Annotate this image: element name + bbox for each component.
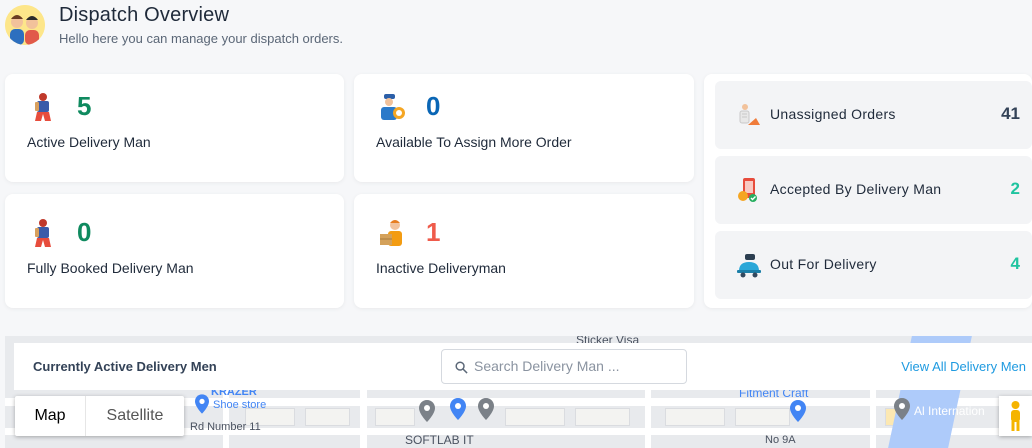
map-road: [360, 386, 367, 448]
available-to-assign-label: Available To Assign More Order: [376, 134, 572, 150]
map-pin-icon: [450, 398, 466, 420]
available-to-assign-count: 0: [426, 91, 441, 121]
inactive-deliveryman-icon: [378, 218, 406, 248]
map-label: Al Internation: [914, 404, 985, 418]
available-to-assign-card[interactable]: 0 Available To Assign More Order: [354, 74, 694, 182]
unassigned-orders-icon: [735, 101, 763, 129]
map-label: No 9A: [765, 434, 796, 446]
map-type-control: Map Satellite: [15, 396, 184, 436]
map-pin-icon: [894, 398, 910, 420]
accepted-orders-icon: [735, 176, 763, 204]
view-all-delivery-men-link[interactable]: View All Delivery Men: [901, 359, 1026, 374]
map-pin-icon: [478, 398, 494, 420]
street-view-pegman[interactable]: [999, 396, 1032, 436]
map-road: [645, 386, 651, 448]
out-for-delivery-icon: [735, 251, 763, 279]
active-delivery-man-count: 5: [77, 91, 92, 121]
accepted-by-delivery-man-stat[interactable]: Accepted By Delivery Man 2: [715, 156, 1032, 224]
fully-booked-count: 0: [77, 217, 92, 247]
map-pin-icon: [790, 400, 806, 422]
map-block: [505, 408, 565, 426]
accepted-by-delivery-man-count: 2: [1010, 179, 1020, 198]
fully-booked-card[interactable]: 0 Fully Booked Delivery Man: [5, 194, 344, 308]
map-label: SOFTLAB IT: [405, 433, 474, 447]
delivery-map[interactable]: Sticker Visa KRAZER Shoe store Rd Number…: [5, 336, 1032, 448]
unassigned-orders-stat[interactable]: Unassigned Orders 41: [715, 81, 1032, 149]
unassigned-orders-count: 41: [1001, 104, 1020, 123]
map-label: Shoe store: [213, 399, 267, 411]
assign-order-icon: [378, 92, 406, 122]
inactive-deliveryman-label: Inactive Deliveryman: [376, 260, 506, 276]
out-for-delivery-label: Out For Delivery: [770, 256, 877, 272]
map-label: Rd Number 11: [190, 421, 261, 433]
delivery-man-icon: [29, 92, 57, 122]
active-delivery-men-title: Currently Active Delivery Men: [33, 359, 217, 374]
search-delivery-man-input[interactable]: [474, 358, 674, 374]
search-icon: [455, 361, 468, 374]
map-block: [735, 408, 790, 426]
out-for-delivery-stat[interactable]: Out For Delivery 4: [715, 231, 1032, 299]
pegman-icon: [1011, 401, 1020, 431]
dispatch-avatar-icon: [5, 5, 45, 45]
out-for-delivery-count: 4: [1010, 254, 1020, 273]
order-stats-panel: Unassigned Orders 41 Accepted By Deliver…: [704, 74, 1032, 308]
unassigned-orders-label: Unassigned Orders: [770, 106, 896, 122]
map-type-satellite-button[interactable]: Satellite: [85, 396, 184, 436]
map-type-map-button[interactable]: Map: [15, 396, 85, 436]
map-pin-icon: [195, 394, 209, 414]
page-title: Dispatch Overview: [59, 4, 230, 26]
map-block: [575, 408, 630, 426]
inactive-deliveryman-count: 1: [426, 217, 441, 247]
page-subtitle: Hello here you can manage your dispatch …: [59, 31, 343, 46]
accepted-by-delivery-man-label: Accepted By Delivery Man: [770, 181, 942, 197]
active-delivery-man-label: Active Delivery Man: [27, 134, 151, 150]
map-pin-icon: [419, 400, 435, 422]
map-block: [665, 408, 725, 426]
delivery-man-icon: [29, 218, 57, 248]
map-block: [305, 408, 350, 426]
fully-booked-label: Fully Booked Delivery Man: [27, 260, 194, 276]
active-delivery-man-card[interactable]: 5 Active Delivery Man: [5, 74, 344, 182]
search-delivery-man-box[interactable]: [441, 349, 687, 384]
map-block: [375, 408, 415, 426]
active-delivery-men-bar: Currently Active Delivery Men View All D…: [14, 343, 1032, 390]
inactive-deliveryman-card[interactable]: 1 Inactive Deliveryman: [354, 194, 694, 308]
map-road: [870, 386, 876, 448]
page-header: Dispatch Overview Hello here you can man…: [0, 0, 1032, 64]
